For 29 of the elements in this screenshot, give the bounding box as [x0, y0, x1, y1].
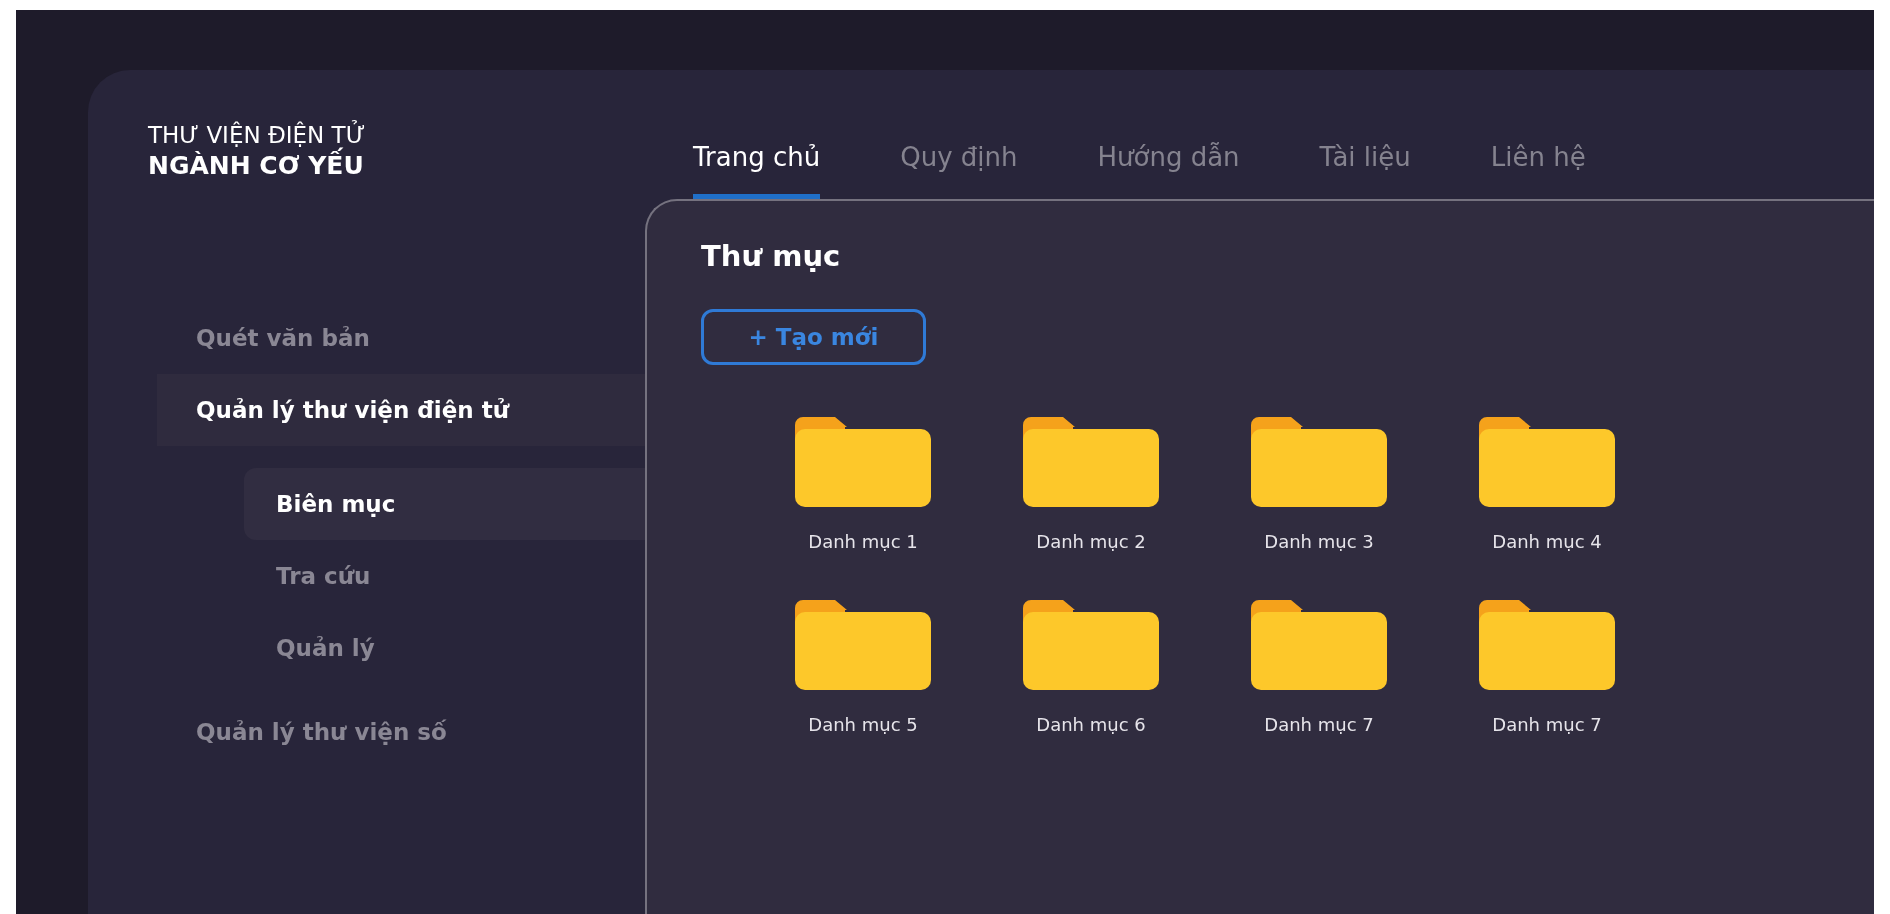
folder-icon[interactable]	[1023, 417, 1159, 507]
brand-title: THƯ VIỆN ĐIỆN TỬ	[148, 120, 367, 148]
folder-label: Danh mục 2	[1036, 531, 1146, 552]
folder-icon[interactable]	[1023, 600, 1159, 690]
folder-icon[interactable]	[1251, 600, 1387, 690]
folder-label: Danh mục 3	[1264, 531, 1374, 552]
folder-icon[interactable]	[1479, 600, 1615, 690]
sidebar-subitem[interactable]: Quản lý	[244, 612, 645, 684]
folder-icon[interactable]	[1479, 417, 1615, 507]
folder-icon[interactable]	[795, 417, 931, 507]
folder-label: Danh mục 1	[808, 531, 918, 552]
nav-tab[interactable]: Quy định	[900, 142, 1018, 199]
nav-tab[interactable]: Hướng dẫn	[1097, 142, 1240, 199]
folder-label: Danh mục 7	[1264, 714, 1374, 735]
sidebar-subitem[interactable]: Tra cứu	[244, 540, 645, 612]
folder-icon[interactable]	[795, 600, 931, 690]
nav-tab[interactable]: Tài liệu	[1319, 142, 1411, 199]
folder-label: Danh mục 6	[1036, 714, 1146, 735]
folder-label: Danh mục 4	[1492, 531, 1602, 552]
nav-tab[interactable]: Liên hệ	[1490, 142, 1586, 199]
folder-label: Danh mục 7	[1492, 714, 1602, 735]
folder-label: Danh mục 5	[808, 714, 918, 735]
sidebar-subitem[interactable]: Biên mục	[244, 468, 645, 540]
section-title: Thư mục	[701, 239, 842, 273]
folder-icon[interactable]	[1251, 417, 1387, 507]
sidebar-item[interactable]: Quản lý thư viện điện tử	[157, 374, 645, 446]
sidebar-item[interactable]: Quét văn bản	[157, 302, 645, 374]
create-button[interactable]: + Tạo mới	[701, 309, 926, 365]
sidebar-item[interactable]: Quản lý thư viện số	[157, 696, 645, 768]
